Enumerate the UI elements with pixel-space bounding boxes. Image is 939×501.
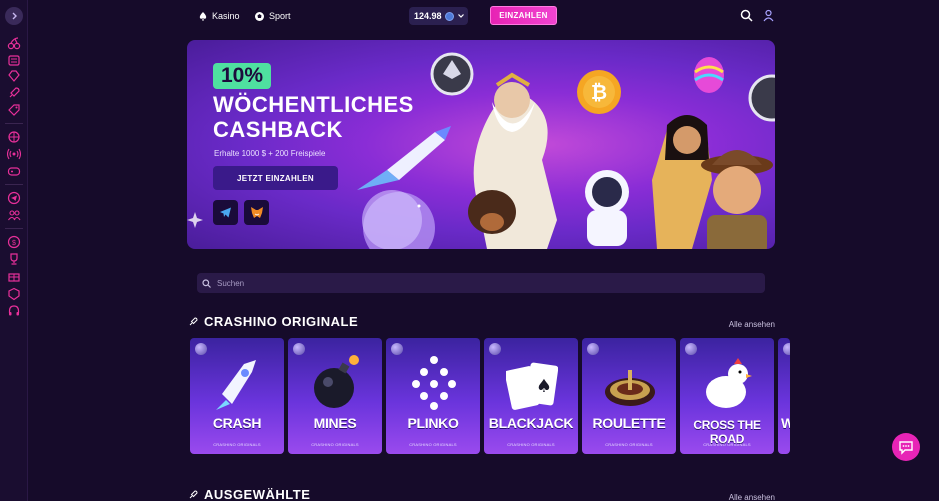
section-title: AUSGEWÄHLTE [204,487,311,501]
spade-icon [199,12,207,21]
game-provider: CRASHINO ORIGINALS [311,442,359,447]
moon-icon [783,343,790,355]
football-icon [255,11,264,21]
telegram-icon[interactable] [7,191,21,205]
promo-cta-button[interactable]: JETZT EINZAHLEN [213,166,338,190]
gift-icon[interactable] [7,269,21,283]
game-name: BLACKJACK [488,415,574,431]
section-title: CRASHINO ORIGINALE [204,314,359,329]
rocket-artwork [216,360,256,410]
moon-icon [685,343,697,355]
users-icon[interactable] [7,208,21,222]
promo-banner[interactable]: ₿ 10% WÖCHENTLICHES CASHBACK Erhalte 100… [187,40,775,249]
nav-sport-label: Sport [269,11,291,21]
headset-icon[interactable] [7,304,21,318]
game-name: CRASH [212,415,262,431]
game-provider: CRASHINO ORIGINALS [409,442,457,447]
promo-title-line-2: CASHBACK [213,117,343,142]
svg-text:₿: ₿ [591,82,607,104]
metamask-icon [250,207,263,218]
dollar-coin-icon[interactable]: $ [7,235,21,249]
balance-selector[interactable]: 124.98 [409,7,468,25]
badge-icon[interactable] [7,287,21,301]
deposit-button[interactable]: EINZAHLEN [490,6,557,25]
game-name: W [781,415,790,431]
moon-icon [195,343,207,355]
slot-icon[interactable] [7,53,21,67]
chicken-artwork [706,358,752,408]
sidebar-toggle-button[interactable] [5,7,23,25]
sidebar: $ [0,0,28,501]
game-provider: CRASHINO ORIGINALS [703,442,751,447]
rocket-icon [189,317,198,326]
tag-icon[interactable] [7,103,21,117]
see-all-link[interactable]: Alle ansehen [720,320,775,329]
trophy-icon[interactable] [7,252,21,266]
bomb-artwork [314,355,359,408]
search-bar[interactable] [197,273,765,293]
search-input[interactable] [217,278,717,288]
chat-icon [899,440,913,455]
promo-subtitle: Erhalte 1000 $ + 200 Freispiele [214,149,326,158]
user-icon[interactable] [762,9,775,22]
chevron-right-icon [12,12,17,20]
sidebar-divider [5,184,23,185]
chat-support-button[interactable] [892,433,920,461]
section-header-originals: CRASHINO ORIGINALE [189,314,358,329]
rocket-icon[interactable] [7,86,21,100]
promo-percent-badge: 10% [213,63,272,89]
telegram-button[interactable] [213,200,238,225]
moon-icon [293,343,305,355]
diamond-icon[interactable] [7,69,21,83]
chevron-down-icon [457,14,464,18]
live-broadcast-icon[interactable] [7,147,21,161]
game-provider: CRASHINO ORIGINALS [507,442,555,447]
moon-icon [391,343,403,355]
promo-title: WÖCHENTLICHES CASHBACK [213,92,513,142]
moon-icon [587,343,599,355]
section-header-featured: AUSGEWÄHLTE [189,487,310,501]
nav-kasino[interactable]: Kasino [198,9,240,23]
search-icon[interactable] [740,9,753,22]
game-provider: CRASHINO ORIGINALS [213,442,261,447]
svg-text:♠: ♠ [536,376,552,397]
game-card-roulette[interactable]: ROULETTE CRASHINO ORIGINALS [582,338,676,454]
game-card-crash[interactable]: CRASH CRASHINO ORIGINALS [190,338,284,454]
plinko-artwork [412,356,456,410]
basketball-icon[interactable] [7,130,21,144]
gamepad-icon[interactable] [7,164,21,178]
banner-artwork: ₿ [187,52,775,249]
cards-artwork: ♠ [506,362,558,410]
telegram-icon [220,207,231,218]
game-card-mines[interactable]: MINES CRASHINO ORIGINALS [288,338,382,454]
nav-sport[interactable]: Sport [254,9,291,23]
svg-text:$: $ [12,240,16,247]
cherries-icon[interactable] [7,36,21,50]
game-name: MINES [313,415,357,431]
moon-icon [489,343,501,355]
game-name: PLINKO [407,415,459,431]
game-name: ROULETTE [592,415,666,431]
game-provider: CRASHINO ORIGINALS [605,442,653,447]
coin-icon [444,11,454,21]
balance-amount: 124.98 [414,11,442,21]
search-icon [202,278,211,288]
metamask-button[interactable] [244,200,269,225]
rocket-icon [189,490,198,499]
game-card-plinko[interactable]: PLINKO CRASHINO ORIGINALS [386,338,480,454]
game-card-partial[interactable]: W [778,338,790,454]
game-card-blackjack[interactable]: ♠ BLACKJACK CRASHINO ORIGINALS [484,338,578,454]
game-card-cross-the-road[interactable]: CROSS THE ROAD CRASHINO ORIGINALS [680,338,774,454]
sidebar-divider [5,123,23,124]
roulette-artwork [605,370,655,406]
promo-title-line-1: WÖCHENTLICHES [213,92,414,117]
see-all-link[interactable]: Alle ansehen [720,493,775,501]
nav-kasino-label: Kasino [212,11,240,21]
sidebar-divider [5,228,23,229]
